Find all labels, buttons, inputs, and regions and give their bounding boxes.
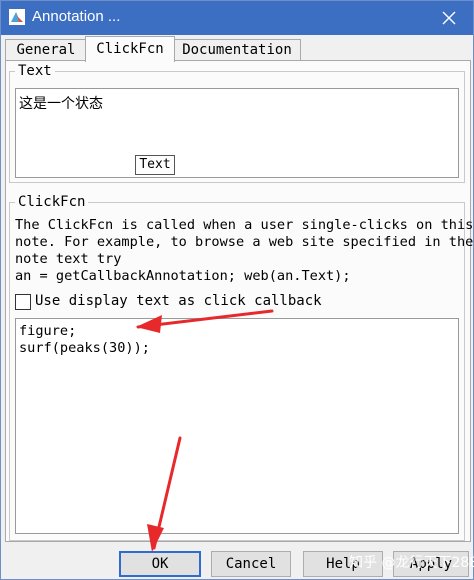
clickfcn-group-legend: ClickFcn: [15, 194, 89, 210]
description-line: note text try: [15, 251, 122, 267]
use-display-text-checkbox[interactable]: [15, 294, 31, 310]
description-line: note. For example, to browse a web site …: [15, 234, 474, 250]
cancel-button[interactable]: Cancel: [211, 551, 291, 577]
note-text-value: 这是一个状态: [19, 96, 103, 112]
title-bar[interactable]: Annotation ...: [1, 1, 473, 35]
clickfcn-description: The ClickFcn is called when a user singl…: [15, 217, 474, 285]
tab-general[interactable]: General: [5, 39, 87, 60]
close-icon: [442, 11, 456, 25]
tab-clickfcn[interactable]: ClickFcn: [85, 36, 175, 62]
description-line: The ClickFcn is called when a user singl…: [15, 217, 474, 233]
code-line: figure;: [19, 323, 77, 339]
annotation-dialog: Annotation ... General ClickFcn Document…: [0, 0, 474, 580]
close-button[interactable]: [425, 1, 473, 35]
matlab-annotation-icon: [9, 9, 25, 25]
code-line: surf(peaks(30));: [19, 340, 150, 356]
use-display-text-label[interactable]: Use display text as click callback: [35, 293, 322, 309]
description-line: an = getCallbackAnnotation; web(an.Text)…: [15, 268, 351, 284]
text-group-legend: Text: [15, 63, 55, 79]
ok-button[interactable]: OK: [119, 551, 201, 577]
callback-code-field[interactable]: figure; surf(peaks(30));: [15, 318, 459, 534]
tab-documentation[interactable]: Documentation: [173, 39, 301, 60]
window-title: Annotation ...: [32, 8, 121, 25]
note-text-field[interactable]: 这是一个状态: [15, 88, 459, 178]
text-button[interactable]: Text: [135, 155, 175, 175]
callback-code: figure; surf(peaks(30));: [19, 323, 150, 357]
watermark: 知乎 @龙行天下288: [349, 555, 474, 571]
